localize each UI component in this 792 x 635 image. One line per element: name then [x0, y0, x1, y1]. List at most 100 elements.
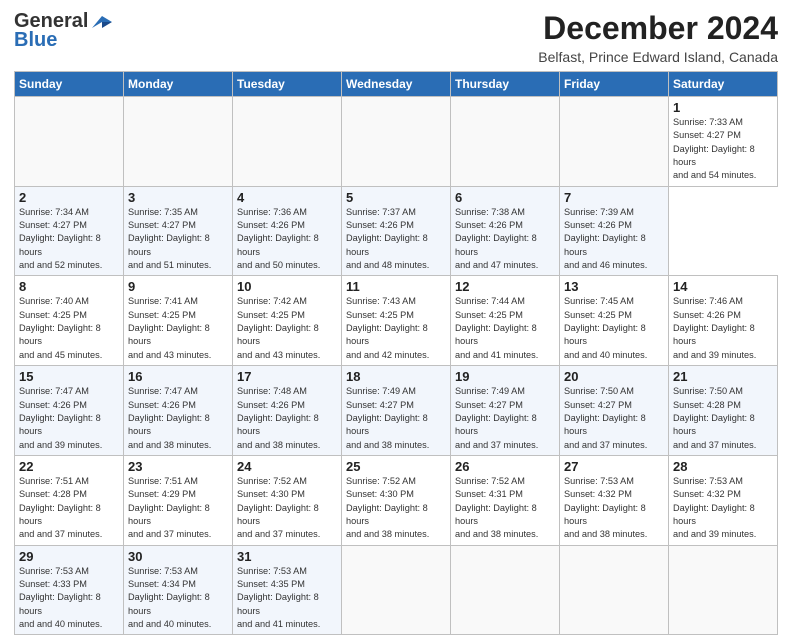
daylight-hours-label: Daylight: Daylight: 8 hours	[19, 502, 119, 529]
daylight-hours-label: Daylight: Daylight: 8 hours	[19, 322, 119, 349]
col-header-tuesday: Tuesday	[233, 72, 342, 97]
calendar-table: SundayMondayTuesdayWednesdayThursdayFrid…	[14, 71, 778, 635]
daylight-hours-label: Daylight: Daylight: 8 hours	[673, 143, 773, 170]
daylight-minutes-label: and and 40 minutes.	[19, 618, 119, 631]
daylight-hours-label: Daylight: Daylight: 8 hours	[346, 322, 446, 349]
sunset-text: Sunset: 4:26 PM	[673, 309, 773, 322]
calendar-cell: 16Sunrise: 7:47 AMSunset: 4:26 PMDayligh…	[124, 366, 233, 456]
day-number: 16	[128, 369, 228, 384]
sunrise-text: Sunrise: 7:47 AM	[128, 385, 228, 398]
cell-info: Sunrise: 7:38 AMSunset: 4:26 PMDaylight:…	[455, 206, 555, 273]
cell-info: Sunrise: 7:45 AMSunset: 4:25 PMDaylight:…	[564, 295, 664, 362]
calendar-cell: 12Sunrise: 7:44 AMSunset: 4:25 PMDayligh…	[451, 276, 560, 366]
daylight-minutes-label: and and 40 minutes.	[128, 618, 228, 631]
calendar-cell	[342, 97, 451, 187]
cell-info: Sunrise: 7:39 AMSunset: 4:26 PMDaylight:…	[564, 206, 664, 273]
calendar-cell	[560, 545, 669, 635]
day-number: 25	[346, 459, 446, 474]
sunset-text: Sunset: 4:35 PM	[237, 578, 337, 591]
daylight-minutes-label: and and 52 minutes.	[19, 259, 119, 272]
sunset-text: Sunset: 4:25 PM	[346, 309, 446, 322]
calendar-cell: 26Sunrise: 7:52 AMSunset: 4:31 PMDayligh…	[451, 455, 560, 545]
daylight-minutes-label: and and 37 minutes.	[673, 439, 773, 452]
sunset-text: Sunset: 4:26 PM	[455, 219, 555, 232]
daylight-minutes-label: and and 54 minutes.	[673, 169, 773, 182]
logo: General Blue	[14, 10, 112, 52]
calendar-cell	[15, 97, 124, 187]
sunrise-text: Sunrise: 7:39 AM	[564, 206, 664, 219]
daylight-hours-label: Daylight: Daylight: 8 hours	[237, 232, 337, 259]
col-header-thursday: Thursday	[451, 72, 560, 97]
day-number: 31	[237, 549, 337, 564]
calendar-cell: 7Sunrise: 7:39 AMSunset: 4:26 PMDaylight…	[560, 186, 669, 276]
day-number: 7	[564, 190, 664, 205]
calendar-cell: 19Sunrise: 7:49 AMSunset: 4:27 PMDayligh…	[451, 366, 560, 456]
daylight-hours-label: Daylight: Daylight: 8 hours	[564, 232, 664, 259]
sunset-text: Sunset: 4:33 PM	[19, 578, 119, 591]
sunrise-text: Sunrise: 7:34 AM	[19, 206, 119, 219]
cell-info: Sunrise: 7:51 AMSunset: 4:29 PMDaylight:…	[128, 475, 228, 542]
calendar-cell: 29Sunrise: 7:53 AMSunset: 4:33 PMDayligh…	[15, 545, 124, 635]
sunset-text: Sunset: 4:32 PM	[564, 488, 664, 501]
daylight-minutes-label: and and 38 minutes.	[564, 528, 664, 541]
sunset-text: Sunset: 4:28 PM	[673, 399, 773, 412]
sunrise-text: Sunrise: 7:35 AM	[128, 206, 228, 219]
daylight-minutes-label: and and 39 minutes.	[19, 439, 119, 452]
cell-info: Sunrise: 7:47 AMSunset: 4:26 PMDaylight:…	[19, 385, 119, 452]
cell-info: Sunrise: 7:35 AMSunset: 4:27 PMDaylight:…	[128, 206, 228, 273]
calendar-cell: 6Sunrise: 7:38 AMSunset: 4:26 PMDaylight…	[451, 186, 560, 276]
daylight-minutes-label: and and 50 minutes.	[237, 259, 337, 272]
daylight-hours-label: Daylight: Daylight: 8 hours	[673, 322, 773, 349]
calendar-cell: 17Sunrise: 7:48 AMSunset: 4:26 PMDayligh…	[233, 366, 342, 456]
sunrise-text: Sunrise: 7:53 AM	[564, 475, 664, 488]
calendar-subtitle: Belfast, Prince Edward Island, Canada	[538, 49, 778, 65]
sunrise-text: Sunrise: 7:48 AM	[237, 385, 337, 398]
sunset-text: Sunset: 4:25 PM	[455, 309, 555, 322]
cell-info: Sunrise: 7:37 AMSunset: 4:26 PMDaylight:…	[346, 206, 446, 273]
calendar-week-6: 29Sunrise: 7:53 AMSunset: 4:33 PMDayligh…	[15, 545, 778, 635]
cell-info: Sunrise: 7:51 AMSunset: 4:28 PMDaylight:…	[19, 475, 119, 542]
daylight-minutes-label: and and 37 minutes.	[455, 439, 555, 452]
sunset-text: Sunset: 4:30 PM	[346, 488, 446, 501]
daylight-minutes-label: and and 51 minutes.	[128, 259, 228, 272]
sunrise-text: Sunrise: 7:37 AM	[346, 206, 446, 219]
calendar-week-1: 1Sunrise: 7:33 AMSunset: 4:27 PMDaylight…	[15, 97, 778, 187]
cell-info: Sunrise: 7:42 AMSunset: 4:25 PMDaylight:…	[237, 295, 337, 362]
sunset-text: Sunset: 4:26 PM	[346, 219, 446, 232]
daylight-minutes-label: and and 47 minutes.	[455, 259, 555, 272]
calendar-cell: 9Sunrise: 7:41 AMSunset: 4:25 PMDaylight…	[124, 276, 233, 366]
day-number: 26	[455, 459, 555, 474]
day-number: 21	[673, 369, 773, 384]
daylight-minutes-label: and and 39 minutes.	[673, 349, 773, 362]
daylight-hours-label: Daylight: Daylight: 8 hours	[19, 412, 119, 439]
sunrise-text: Sunrise: 7:52 AM	[237, 475, 337, 488]
day-number: 17	[237, 369, 337, 384]
calendar-cell: 4Sunrise: 7:36 AMSunset: 4:26 PMDaylight…	[233, 186, 342, 276]
daylight-minutes-label: and and 40 minutes.	[564, 349, 664, 362]
col-header-monday: Monday	[124, 72, 233, 97]
sunrise-text: Sunrise: 7:36 AM	[237, 206, 337, 219]
calendar-cell: 3Sunrise: 7:35 AMSunset: 4:27 PMDaylight…	[124, 186, 233, 276]
sunrise-text: Sunrise: 7:52 AM	[455, 475, 555, 488]
day-number: 27	[564, 459, 664, 474]
daylight-hours-label: Daylight: Daylight: 8 hours	[346, 232, 446, 259]
day-number: 19	[455, 369, 555, 384]
cell-info: Sunrise: 7:34 AMSunset: 4:27 PMDaylight:…	[19, 206, 119, 273]
calendar-cell: 15Sunrise: 7:47 AMSunset: 4:26 PMDayligh…	[15, 366, 124, 456]
day-number: 4	[237, 190, 337, 205]
sunset-text: Sunset: 4:28 PM	[19, 488, 119, 501]
daylight-minutes-label: and and 48 minutes.	[346, 259, 446, 272]
calendar-cell: 28Sunrise: 7:53 AMSunset: 4:32 PMDayligh…	[669, 455, 778, 545]
daylight-hours-label: Daylight: Daylight: 8 hours	[128, 591, 228, 618]
sunrise-text: Sunrise: 7:46 AM	[673, 295, 773, 308]
cell-info: Sunrise: 7:33 AMSunset: 4:27 PMDaylight:…	[673, 116, 773, 183]
daylight-hours-label: Daylight: Daylight: 8 hours	[564, 412, 664, 439]
day-number: 10	[237, 279, 337, 294]
day-number: 3	[128, 190, 228, 205]
sunset-text: Sunset: 4:32 PM	[673, 488, 773, 501]
cell-info: Sunrise: 7:53 AMSunset: 4:35 PMDaylight:…	[237, 565, 337, 632]
daylight-hours-label: Daylight: Daylight: 8 hours	[19, 232, 119, 259]
daylight-hours-label: Daylight: Daylight: 8 hours	[128, 232, 228, 259]
sunset-text: Sunset: 4:27 PM	[455, 399, 555, 412]
calendar-week-5: 22Sunrise: 7:51 AMSunset: 4:28 PMDayligh…	[15, 455, 778, 545]
